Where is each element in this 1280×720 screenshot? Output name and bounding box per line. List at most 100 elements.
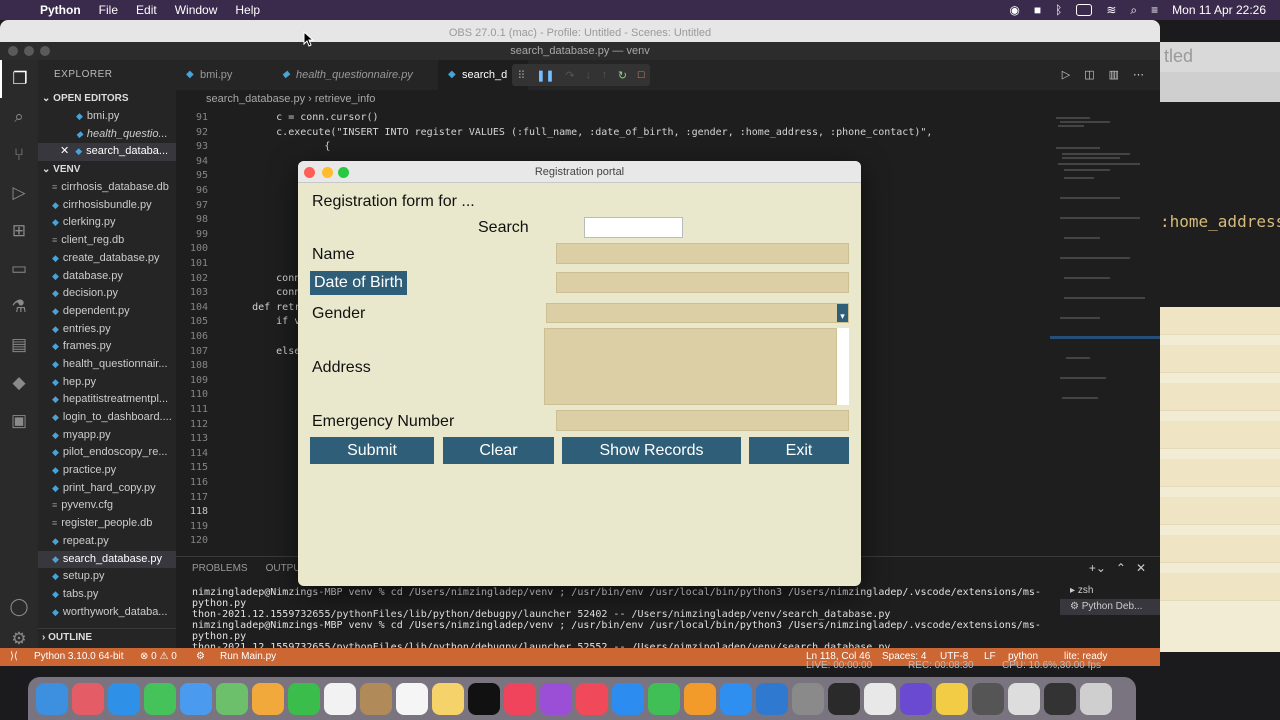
run-debug-icon[interactable]: ▷ bbox=[0, 174, 38, 212]
wifi-icon[interactable]: ≋ bbox=[1106, 3, 1116, 17]
file-item[interactable]: ◆ setup.py bbox=[38, 568, 176, 586]
launchpad-icon[interactable] bbox=[72, 682, 104, 715]
pages-icon[interactable] bbox=[684, 682, 716, 715]
terminal-output[interactable]: nimzingladep@Nimzings-MBP venv % cd /Use… bbox=[192, 587, 1052, 653]
menu-app-python[interactable]: Python bbox=[40, 3, 81, 17]
chevron-up-icon[interactable]: ⌃ bbox=[1116, 561, 1126, 575]
notebook-icon[interactable]: ▤ bbox=[0, 326, 38, 364]
pause-icon[interactable]: ❚❚ bbox=[536, 69, 554, 82]
breadcrumb-file[interactable]: search_database.py bbox=[206, 93, 305, 105]
mail-icon[interactable] bbox=[180, 682, 212, 715]
add-terminal-icon[interactable]: +⌄ bbox=[1089, 561, 1106, 575]
outline-header[interactable]: › OUTLINE bbox=[38, 628, 176, 646]
app-store-icon[interactable] bbox=[720, 682, 752, 715]
extensions-icon[interactable]: ⊞ bbox=[0, 212, 38, 250]
file-item[interactable]: ◆ hep.py bbox=[38, 374, 176, 392]
stop-icon[interactable]: □ bbox=[638, 69, 645, 81]
status-problems[interactable]: ⊗ 0 ⚠ 0 bbox=[140, 648, 177, 666]
file-item[interactable]: ◆ tabs.py bbox=[38, 586, 176, 604]
venv-folder-header[interactable]: ⌄ VENV bbox=[38, 161, 176, 179]
name-field[interactable] bbox=[556, 243, 849, 264]
file-item[interactable]: ◆ frames.py bbox=[38, 338, 176, 356]
terminal-item-python-debug[interactable]: ⚙ Python Deb... bbox=[1060, 599, 1160, 615]
tab-health-questionnaire[interactable]: ◆ health_questionnaire.py bbox=[272, 60, 438, 90]
bluetooth-icon[interactable]: ᛒ bbox=[1055, 3, 1062, 17]
remote-icon[interactable]: ⟩⟨ bbox=[10, 648, 18, 666]
clear-button[interactable]: Clear bbox=[443, 437, 554, 464]
podcasts-icon[interactable] bbox=[540, 682, 572, 715]
file-item[interactable]: ≡ cirrhosis_database.db bbox=[38, 179, 176, 197]
close-icon[interactable] bbox=[304, 167, 315, 178]
drag-handle-icon[interactable]: ⠿ bbox=[517, 69, 525, 82]
vscode-icon[interactable] bbox=[756, 682, 788, 715]
file-item[interactable]: ◆ health_questionnair... bbox=[38, 356, 176, 374]
explorer-icon[interactable]: ❐ bbox=[0, 60, 38, 98]
music-icon[interactable] bbox=[504, 682, 536, 715]
date-of-birth-field[interactable] bbox=[556, 272, 849, 293]
file-item[interactable]: ◆ worthywork_databa... bbox=[38, 604, 176, 622]
chevron-down-icon[interactable]: ▾ bbox=[837, 304, 848, 322]
file-item[interactable]: ◆ practice.py bbox=[38, 462, 176, 480]
step-over-icon[interactable]: ↷ bbox=[565, 69, 574, 82]
status-python-version[interactable]: Python 3.10.0 64-bit bbox=[34, 648, 124, 666]
calendar-icon[interactable] bbox=[324, 682, 356, 715]
keynote-icon[interactable] bbox=[612, 682, 644, 715]
file-item[interactable]: ◆ login_to_dashboard.... bbox=[38, 409, 176, 427]
restart-icon[interactable]: ↻ bbox=[618, 69, 627, 82]
menu-help[interactable]: Help bbox=[235, 3, 260, 17]
obs-icon[interactable] bbox=[828, 682, 860, 715]
reminders-icon[interactable] bbox=[396, 682, 428, 715]
battery-icon[interactable] bbox=[1076, 4, 1093, 16]
search-icon[interactable]: ⌕ bbox=[1130, 3, 1137, 18]
address-scrollbar[interactable] bbox=[837, 328, 849, 405]
file-item[interactable]: ◆ print_hard_copy.py bbox=[38, 480, 176, 498]
file-item[interactable]: ◆ pilot_endoscopy_re... bbox=[38, 444, 176, 462]
menu-edit[interactable]: Edit bbox=[136, 3, 157, 17]
system-preferences-icon[interactable] bbox=[792, 682, 824, 715]
status-run-main[interactable]: Run Main.py bbox=[220, 648, 276, 666]
breadcrumb-symbol[interactable]: retrieve_info bbox=[315, 93, 376, 105]
apple-tv-icon[interactable] bbox=[468, 682, 500, 715]
pages-icon[interactable]: ▣ bbox=[0, 402, 38, 440]
file-item[interactable]: ≡ register_people.db bbox=[38, 515, 176, 533]
file-item[interactable]: ◆ repeat.py bbox=[38, 533, 176, 551]
more-icon[interactable]: ⋯ bbox=[1133, 68, 1144, 81]
minimap[interactable] bbox=[1050, 108, 1160, 548]
numbers-icon[interactable] bbox=[648, 682, 680, 715]
minimize-icon[interactable] bbox=[322, 167, 333, 178]
photos-icon[interactable] bbox=[252, 682, 284, 715]
control-center-icon[interactable]: ≡ bbox=[1151, 3, 1158, 17]
contacts-icon[interactable] bbox=[360, 682, 392, 715]
gender-select[interactable]: ▾ bbox=[546, 303, 849, 323]
camera-icon[interactable]: ■ bbox=[1034, 3, 1041, 17]
open-editor-item-active[interactable]: ✕ ◆ search_databa... bbox=[38, 143, 176, 162]
terminal-item-zsh[interactable]: ▸ zsh bbox=[1060, 583, 1160, 599]
news-icon[interactable] bbox=[576, 682, 608, 715]
run-icon[interactable]: ⚙ bbox=[196, 648, 205, 666]
show-records-button[interactable]: Show Records bbox=[562, 437, 741, 464]
close-icon[interactable]: ✕ bbox=[60, 145, 69, 157]
close-panel-icon[interactable]: ✕ bbox=[1136, 561, 1146, 575]
search-input[interactable] bbox=[584, 217, 683, 238]
remote-icon[interactable]: ▭ bbox=[0, 250, 38, 288]
menu-window[interactable]: Window bbox=[175, 3, 218, 17]
split-editor-icon[interactable]: ◫ bbox=[1084, 68, 1094, 81]
notes-icon[interactable] bbox=[432, 682, 464, 715]
finder-icon[interactable] bbox=[36, 682, 68, 715]
exit-button[interactable]: Exit bbox=[749, 437, 849, 464]
datetime[interactable]: Mon 11 Apr 22:26 bbox=[1172, 3, 1266, 17]
trash-icon[interactable] bbox=[1080, 682, 1112, 715]
tab-bmi[interactable]: ◆ bmi.py bbox=[176, 60, 268, 90]
file-item[interactable]: ◆ hepatitistreatmentpl... bbox=[38, 391, 176, 409]
zoom-icon[interactable] bbox=[338, 167, 349, 178]
file-item[interactable]: ◆ clerking.py bbox=[38, 214, 176, 232]
menu-file[interactable]: File bbox=[99, 3, 118, 17]
file-item[interactable]: ◆ search_database.py bbox=[38, 550, 176, 569]
file-item[interactable]: ◆ create_database.py bbox=[38, 250, 176, 268]
document-icon[interactable] bbox=[1008, 682, 1040, 715]
messages-icon[interactable] bbox=[144, 682, 176, 715]
file-item[interactable]: ◆ cirrhosisbundle.py bbox=[38, 197, 176, 215]
file-item[interactable]: ◆ myapp.py bbox=[38, 427, 176, 445]
maps-icon[interactable] bbox=[216, 682, 248, 715]
open-editors-header[interactable]: ⌄ OPEN EDITORS bbox=[38, 90, 176, 108]
